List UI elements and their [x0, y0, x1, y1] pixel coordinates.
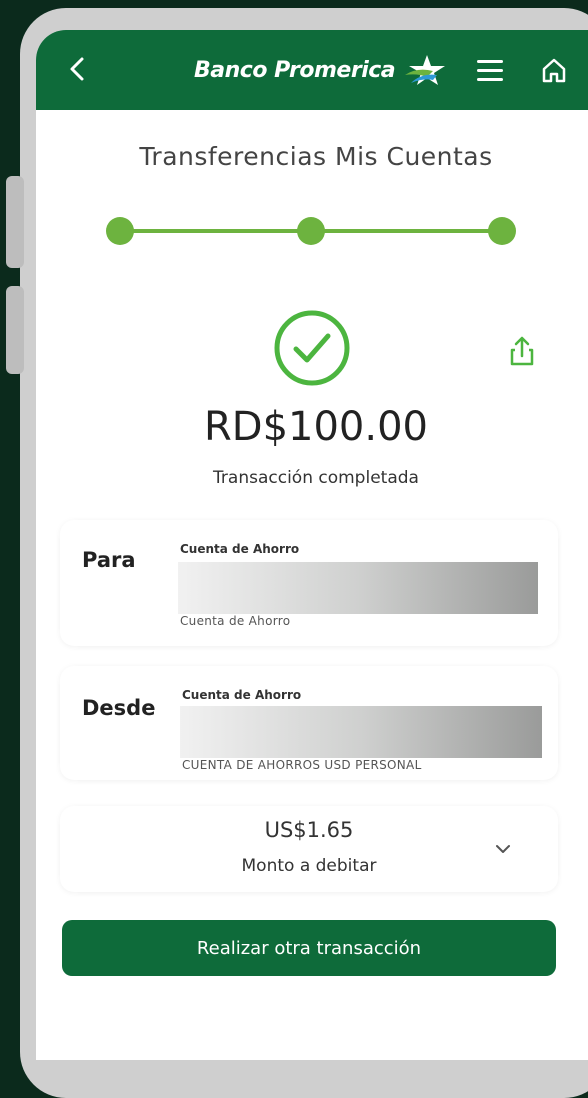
volume-up-button	[6, 176, 24, 268]
desde-account-card: Desde Cuenta de Ahorro CUENTA DE AHORROS…	[60, 666, 558, 780]
menu-button[interactable]	[474, 54, 506, 86]
step-3-dot	[488, 217, 516, 245]
debit-amount: US$1.65	[264, 818, 354, 842]
desde-account-type: Cuenta de Ahorro	[182, 688, 302, 702]
step-1-dot	[106, 217, 134, 245]
share-button[interactable]	[508, 334, 536, 368]
chevron-left-icon	[70, 57, 84, 81]
star-logo-icon	[405, 55, 446, 85]
para-account-card: Para Cuenta de Ahorro Cuenta de Ahorro	[60, 520, 558, 646]
home-button[interactable]	[538, 54, 570, 86]
chevron-down-icon[interactable]	[494, 842, 512, 856]
home-icon	[542, 58, 566, 83]
progress-stepper	[106, 216, 516, 246]
transaction-amount: RD$100.00	[203, 404, 428, 450]
para-label: Para	[82, 548, 136, 572]
para-account-subtitle: Cuenta de Ahorro	[180, 614, 291, 628]
app-screen: Banco Promerica Transferencias Mis Cuent…	[36, 30, 588, 1060]
para-account-type: Cuenta de Ahorro	[180, 542, 300, 556]
brand-logo: Banco Promerica	[194, 52, 447, 88]
back-button[interactable]	[62, 54, 92, 84]
volume-down-button	[6, 286, 24, 374]
new-transaction-button[interactable]: Realizar otra transacción	[62, 920, 556, 976]
transaction-status: Transacción completada	[213, 468, 419, 488]
step-2-dot	[297, 217, 325, 245]
hamburger-menu-icon	[477, 60, 503, 81]
page-title: Transferencias Mis Cuentas	[139, 142, 493, 171]
desde-account-subtitle: CUENTA DE AHORROS USD PERSONAL	[182, 758, 422, 772]
debit-label: Monto a debitar	[241, 856, 377, 876]
redacted-account-number	[180, 706, 542, 758]
redacted-account-number	[178, 562, 538, 614]
brand-name: Banco Promerica	[194, 57, 396, 83]
success-check-icon	[274, 310, 350, 386]
desde-label: Desde	[82, 696, 156, 720]
debit-amount-card[interactable]: US$1.65 Monto a debitar	[60, 806, 558, 892]
top-bar: Banco Promerica	[36, 30, 588, 110]
share-icon	[510, 336, 534, 366]
